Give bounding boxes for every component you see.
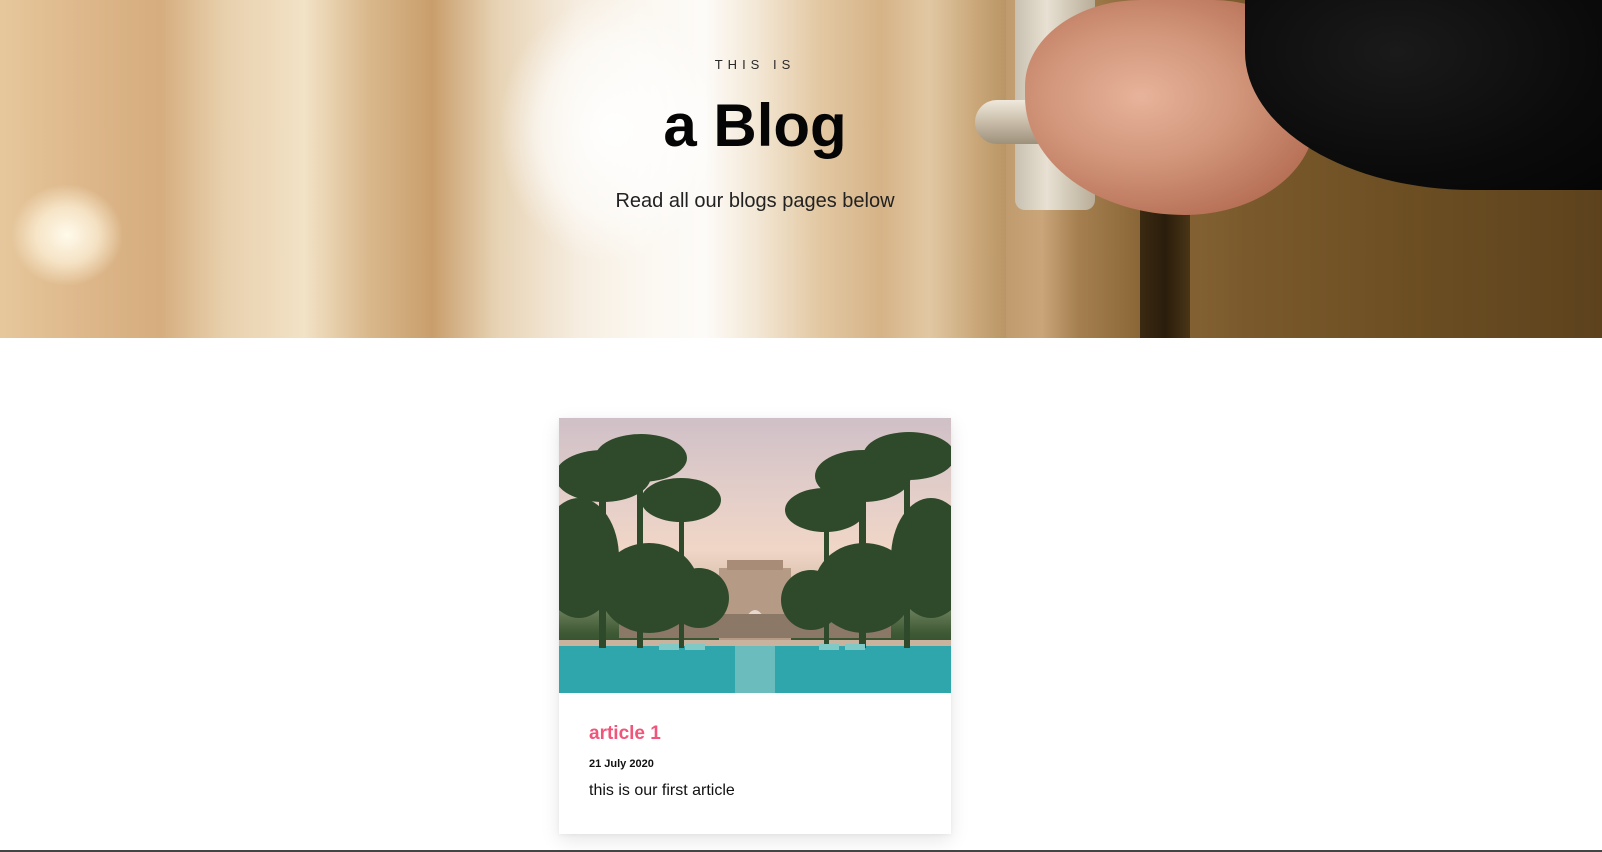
palm-pool-illustration <box>559 432 951 693</box>
page-title: a Blog <box>663 92 847 159</box>
article-title-link[interactable]: article 1 <box>589 723 661 745</box>
hero-eyebrow: THIS IS <box>714 57 796 72</box>
article-excerpt: this is our first article <box>589 782 735 799</box>
article-card[interactable]: article 1 21 July 2020 this is our first… <box>559 418 951 834</box>
blog-page: THIS IS a Blog Read all our blogs pages … <box>0 0 1602 852</box>
article-date: 21 July 2020 <box>589 758 654 770</box>
hero-subtitle: Read all our blogs pages below <box>615 190 895 212</box>
hero-banner: THIS IS a Blog Read all our blogs pages … <box>0 0 1602 338</box>
article-thumbnail[interactable] <box>559 418 951 693</box>
